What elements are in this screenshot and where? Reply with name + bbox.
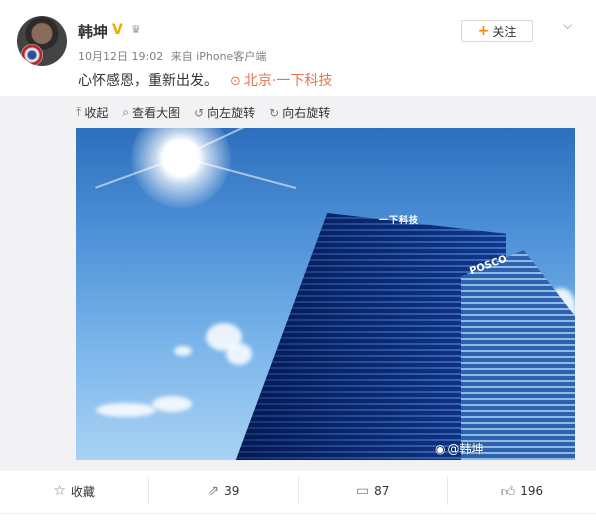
media-panel: ⤒ 收起 ⌕ 查看大图 ↺ 向左旋转 ↻ 向右旋转 一下科技 POSCO ◉ @… (0, 96, 596, 471)
location-pin-icon: ⊙ (230, 74, 241, 89)
rotate-left-icon: ↺ (194, 105, 205, 120)
watermark-text: @韩坤 (447, 442, 484, 456)
rotate-left-button[interactable]: ↺ 向左旋转 (194, 104, 255, 121)
rotate-right-button[interactable]: ↻ 向右旋转 (269, 104, 330, 121)
divider (0, 513, 596, 514)
post-date[interactable]: 10月12日 19:02 (78, 50, 163, 63)
collapse-arrow-icon: ⤒ (76, 105, 82, 119)
view-large-button[interactable]: ⌕ 查看大图 (122, 104, 180, 121)
rotate-left-label: 向左旋转 (207, 106, 256, 120)
comment-count: 87 (374, 484, 390, 498)
repost-button[interactable]: ⇗ 39 (149, 477, 299, 505)
post-photo[interactable]: 一下科技 POSCO (76, 128, 575, 460)
location-label: 北京·一下科技 (243, 73, 333, 89)
magnifier-icon: ⌕ (122, 105, 130, 119)
photo-cloud (226, 343, 252, 365)
like-button[interactable]: 👍︎ 196 (448, 477, 596, 505)
action-bar: ☆ 收藏 ⇗ 39 ▭ 87 👍︎ 196 (0, 477, 596, 505)
photo-watermark: ◉ @韩坤 (435, 440, 484, 457)
follow-button[interactable]: + 关注 (461, 20, 533, 42)
collapse-button[interactable]: ⤒ 收起 (76, 104, 108, 121)
location-link[interactable]: ⊙ 北京·一下科技 (230, 70, 332, 90)
crown-icon[interactable]: ♛ (131, 23, 145, 36)
building-sign-a: 一下科技 (379, 216, 420, 226)
favorite-label: 收藏 (70, 484, 95, 499)
verified-v-icon: V (112, 22, 123, 38)
photo-cloud (96, 403, 156, 417)
avatar-shield-graphic (21, 44, 43, 66)
thumbs-up-icon: 👍︎ (500, 483, 516, 500)
post-source: 来自 iPhone客户端 (170, 50, 267, 63)
comment-icon: ▭ (355, 483, 370, 499)
post-meta: 10月12日 19:02 来自 iPhone客户端 (78, 48, 266, 64)
photo-cloud (152, 396, 192, 412)
image-toolbar: ⤒ 收起 ⌕ 查看大图 ↺ 向左旋转 ↻ 向右旋转 (76, 104, 330, 121)
favorite-button[interactable]: ☆ 收藏 (0, 477, 150, 505)
rotate-right-icon: ↻ (269, 105, 280, 120)
photo-cloud (174, 346, 192, 356)
plus-icon: + (477, 23, 490, 39)
photo-tower-b (461, 250, 575, 460)
star-icon: ☆ (53, 483, 66, 499)
weibo-post-card: 韩坤 V ♛ 10月12日 19:02 来自 iPhone客户端 + 关注 ⌵ … (0, 0, 596, 523)
chevron-down-icon[interactable]: ⌵ (563, 18, 577, 32)
like-count: 196 (520, 484, 544, 498)
avatar[interactable] (17, 16, 67, 66)
comment-button[interactable]: ▭ 87 (299, 477, 448, 505)
rotate-right-label: 向右旋转 (282, 106, 331, 120)
repost-icon: ⇗ (207, 483, 220, 499)
view-large-label: 查看大图 (132, 106, 181, 120)
follow-label: 关注 (492, 24, 517, 39)
username[interactable]: 韩坤 (78, 21, 108, 42)
repost-count: 39 (224, 484, 240, 498)
collapse-label: 收起 (84, 106, 109, 120)
weibo-logo-icon: ◉ (435, 442, 446, 456)
post-text: 心怀感恩，重新出发。 (78, 73, 218, 89)
